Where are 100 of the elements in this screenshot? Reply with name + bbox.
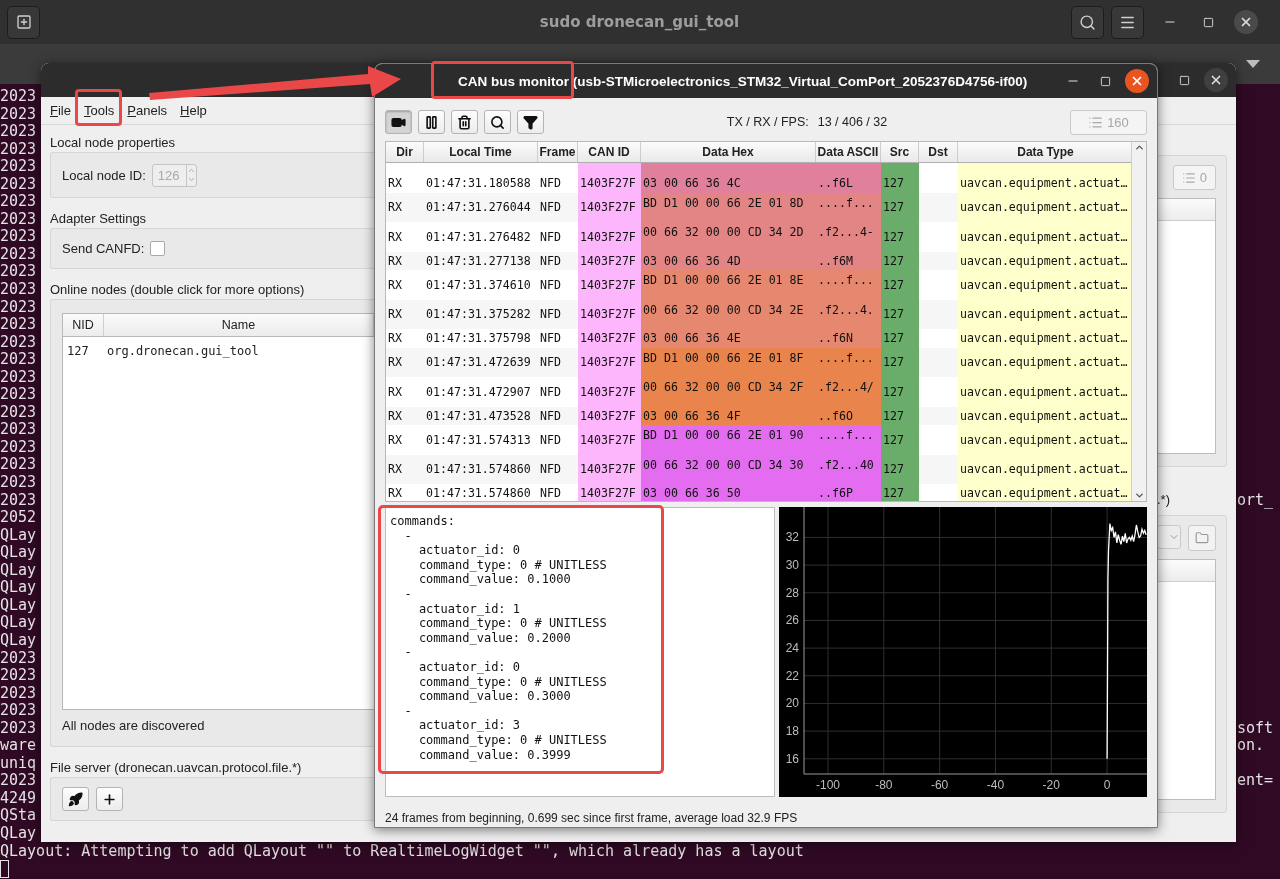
terminal-line: QLayout: Attempting to add QLayout "" to RealtimeLogWidget "", which already has a layout bbox=[0, 842, 804, 861]
column-header[interactable]: Frame bbox=[538, 142, 578, 162]
column-header[interactable]: Dst bbox=[919, 142, 958, 162]
terminal-line: 2023 bbox=[0, 702, 37, 720]
filter-icon bbox=[523, 114, 538, 130]
table-cell-text: org.dronecan.gui_tool bbox=[106, 344, 259, 358]
column-header[interactable]: Dir bbox=[386, 142, 424, 162]
highlight-frame bbox=[75, 89, 122, 126]
path-combobox[interactable] bbox=[1157, 525, 1181, 549]
table-cell: BD D1 00 00 66 2E 01 8E bbox=[641, 270, 816, 300]
terminal-line: 2023 bbox=[0, 140, 37, 159]
table-cell: 127 bbox=[881, 299, 919, 329]
dropdown-caret-icon[interactable] bbox=[1246, 60, 1260, 68]
close-icon bbox=[1130, 74, 1144, 88]
launch-button[interactable] bbox=[62, 787, 89, 811]
table-cell: 00 66 32 00 00 CD 34 2F bbox=[641, 377, 816, 407]
menu-item[interactable]: Panels bbox=[127, 103, 168, 118]
table-cell: uavcan.equipment.actuat… bbox=[958, 299, 1132, 329]
search-button[interactable] bbox=[484, 110, 511, 134]
maximize-icon bbox=[1202, 16, 1214, 28]
terminal-line: uniq bbox=[0, 754, 37, 773]
close-button[interactable] bbox=[1125, 69, 1149, 93]
terminal-line: 2023 bbox=[0, 88, 37, 106]
table-cell-text: 01:47:31.574313 bbox=[425, 431, 532, 449]
table-cell: uavcan.equipment.actuat… bbox=[958, 377, 1132, 407]
close-icon bbox=[1209, 73, 1223, 87]
column-header[interactable]: Name bbox=[104, 314, 374, 336]
table-cell: uavcan.equipment.actuat… bbox=[958, 454, 1132, 484]
table-cell-text: NFD bbox=[539, 330, 562, 348]
camera-button[interactable] bbox=[385, 110, 412, 134]
menu-item[interactable]: Tools bbox=[83, 103, 115, 118]
table-cell: .f2...40 bbox=[816, 454, 881, 484]
table-cell-text: RX bbox=[387, 383, 403, 401]
filter-button[interactable] bbox=[517, 110, 544, 134]
table-cell: ..f6L bbox=[816, 174, 881, 193]
table-cell-text: 01:47:31.180588 bbox=[425, 175, 532, 193]
new-tab-button[interactable] bbox=[7, 5, 40, 39]
table-cell-text: RX bbox=[387, 306, 403, 324]
menu-item[interactable]: File bbox=[50, 103, 71, 118]
group-title: .*) bbox=[1157, 492, 1171, 507]
table-cell: ..f6N bbox=[816, 329, 881, 348]
search-button[interactable] bbox=[1071, 5, 1104, 39]
add-tab-icon bbox=[15, 14, 32, 30]
add-button[interactable] bbox=[96, 787, 123, 811]
table-cell-text: NFD bbox=[539, 252, 562, 270]
menu-item[interactable]: Help bbox=[180, 103, 207, 118]
table-cell: 1403F27F bbox=[578, 377, 641, 407]
column-header[interactable]: Data Hex bbox=[641, 142, 816, 162]
table-cell: .f2...4. bbox=[816, 299, 881, 329]
table-cell: 127 bbox=[881, 347, 919, 377]
table-cell: uavcan.equipment.actuat… bbox=[958, 425, 1132, 455]
terminal-line: 2023 bbox=[0, 123, 37, 141]
pause-button[interactable] bbox=[418, 110, 445, 134]
column-header[interactable]: NID bbox=[63, 314, 104, 336]
table-cell: 00 66 32 00 00 CD 34 2E bbox=[641, 299, 816, 329]
table-cell-text: NFD bbox=[539, 199, 562, 217]
column-header[interactable]: Data ASCII bbox=[816, 142, 881, 162]
table-cell bbox=[578, 163, 641, 174]
trash-button[interactable] bbox=[451, 110, 478, 134]
table-cell: ....f... bbox=[816, 192, 881, 222]
table-cell-text: NFD bbox=[539, 306, 562, 324]
table-cell: 1403F27F bbox=[578, 174, 641, 193]
group-title: File server (dronecan.uavcan.protocol.file.*) bbox=[50, 759, 303, 777]
table-cell-text: RX bbox=[387, 354, 403, 372]
table-cell: 1403F27F bbox=[578, 222, 641, 252]
search-icon bbox=[1079, 13, 1096, 31]
table-cell: 127 bbox=[881, 377, 919, 407]
column-header[interactable]: Src bbox=[881, 142, 919, 162]
checkbox[interactable] bbox=[150, 241, 166, 256]
tick-label: 32 bbox=[785, 530, 799, 545]
terminal-line: 2023 bbox=[0, 298, 37, 317]
table-cell-text: 01:47:31.374610 bbox=[425, 276, 532, 294]
table-cell-text: 01:47:31.473528 bbox=[425, 407, 532, 425]
tick-label: 16 bbox=[785, 751, 799, 766]
close-button[interactable] bbox=[1234, 10, 1258, 34]
terminal-line: 2023 bbox=[0, 772, 37, 790]
column-header[interactable]: Local Time bbox=[424, 142, 538, 162]
terminal-line: 2023 bbox=[0, 316, 37, 334]
table-cell: 1403F27F bbox=[578, 270, 641, 300]
table-cell: .f2...4/ bbox=[816, 377, 881, 407]
table-cell: ....f... bbox=[816, 425, 881, 455]
column-header[interactable]: Data Type bbox=[958, 142, 1132, 162]
table-cell: 127 bbox=[881, 222, 919, 252]
scrollbar[interactable] bbox=[1131, 142, 1146, 501]
column-header[interactable]: CAN ID bbox=[578, 142, 641, 162]
terminal-line: on. bbox=[1237, 736, 1265, 755]
table-cell: uavcan.equipment.actuat… bbox=[958, 347, 1132, 377]
table-cell: uavcan.equipment.actuat… bbox=[958, 329, 1132, 348]
table-cell: .f2...4- bbox=[816, 222, 881, 252]
table-cell-text: NFD bbox=[539, 461, 562, 479]
table-cell bbox=[881, 163, 919, 174]
search-icon bbox=[490, 114, 505, 130]
table-cell-text: 01:47:31.472639 bbox=[425, 354, 532, 372]
tick-label: 22 bbox=[785, 668, 799, 683]
menu-button[interactable] bbox=[1111, 5, 1144, 39]
close-button[interactable] bbox=[1204, 68, 1228, 92]
terminal-line: 2052 bbox=[0, 509, 37, 527]
table-cell: 00 66 32 00 00 CD 34 30 bbox=[641, 454, 816, 484]
tick-label: -60 bbox=[930, 778, 949, 792]
terminal-line: 2023 bbox=[0, 456, 37, 475]
